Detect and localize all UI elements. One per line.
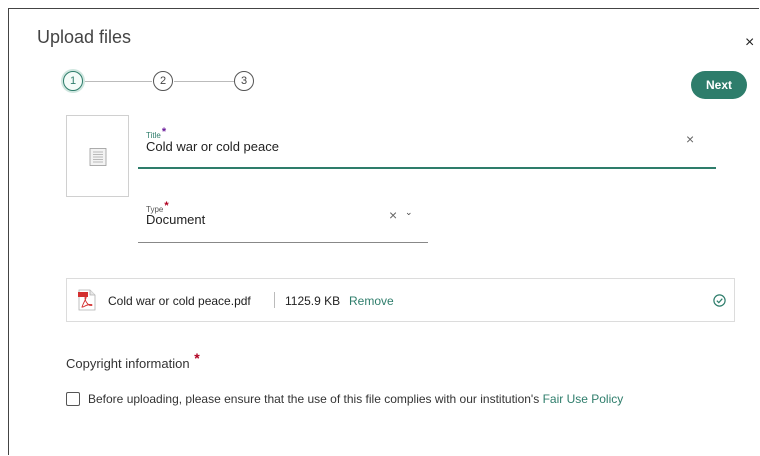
uploaded-file-row: Cold war or cold peace.pdf 1125.9 KB Rem… bbox=[66, 278, 735, 322]
chevron-down-icon[interactable]: ⌄ bbox=[405, 207, 413, 218]
required-marker: * bbox=[161, 126, 167, 138]
file-size: 1125.9 KB bbox=[285, 294, 341, 308]
clear-title-icon[interactable]: × bbox=[686, 132, 694, 146]
fair-use-policy-link[interactable]: Fair Use Policy bbox=[543, 392, 624, 406]
required-marker: * bbox=[194, 350, 200, 366]
step-3[interactable]: 3 bbox=[234, 71, 254, 91]
type-field[interactable]: Type* Document × ⌄ bbox=[138, 199, 428, 243]
next-button[interactable]: Next bbox=[691, 71, 747, 99]
stepper-connector bbox=[84, 81, 152, 82]
stepper: 1 2 3 bbox=[63, 71, 263, 93]
close-icon[interactable]: × bbox=[745, 35, 754, 51]
stepper-connector bbox=[174, 81, 234, 82]
pdf-icon bbox=[78, 289, 96, 311]
upload-dialog: Upload files × 1 2 3 Next Title* Cold wa… bbox=[8, 8, 759, 455]
divider bbox=[274, 292, 275, 308]
file-name: Cold war or cold peace.pdf bbox=[108, 294, 251, 308]
remove-file-link[interactable]: Remove bbox=[349, 294, 394, 308]
copyright-heading: Copyright information * bbox=[66, 350, 200, 371]
document-icon bbox=[89, 148, 107, 166]
required-marker: * bbox=[164, 200, 169, 212]
fair-use-consent-text: Before uploading, please ensure that the… bbox=[88, 392, 624, 406]
clear-type-icon[interactable]: × bbox=[389, 208, 397, 222]
type-select-value[interactable]: Document bbox=[146, 212, 205, 227]
step-1[interactable]: 1 bbox=[63, 71, 83, 91]
file-thumbnail bbox=[66, 115, 129, 197]
title-field[interactable]: Title* Cold war or cold peace × bbox=[138, 125, 716, 169]
dialog-title: Upload files bbox=[37, 27, 132, 47]
check-circle-icon bbox=[713, 294, 726, 307]
title-input[interactable]: Cold war or cold peace bbox=[146, 139, 279, 154]
step-2[interactable]: 2 bbox=[153, 71, 173, 91]
fair-use-checkbox[interactable] bbox=[66, 392, 80, 406]
